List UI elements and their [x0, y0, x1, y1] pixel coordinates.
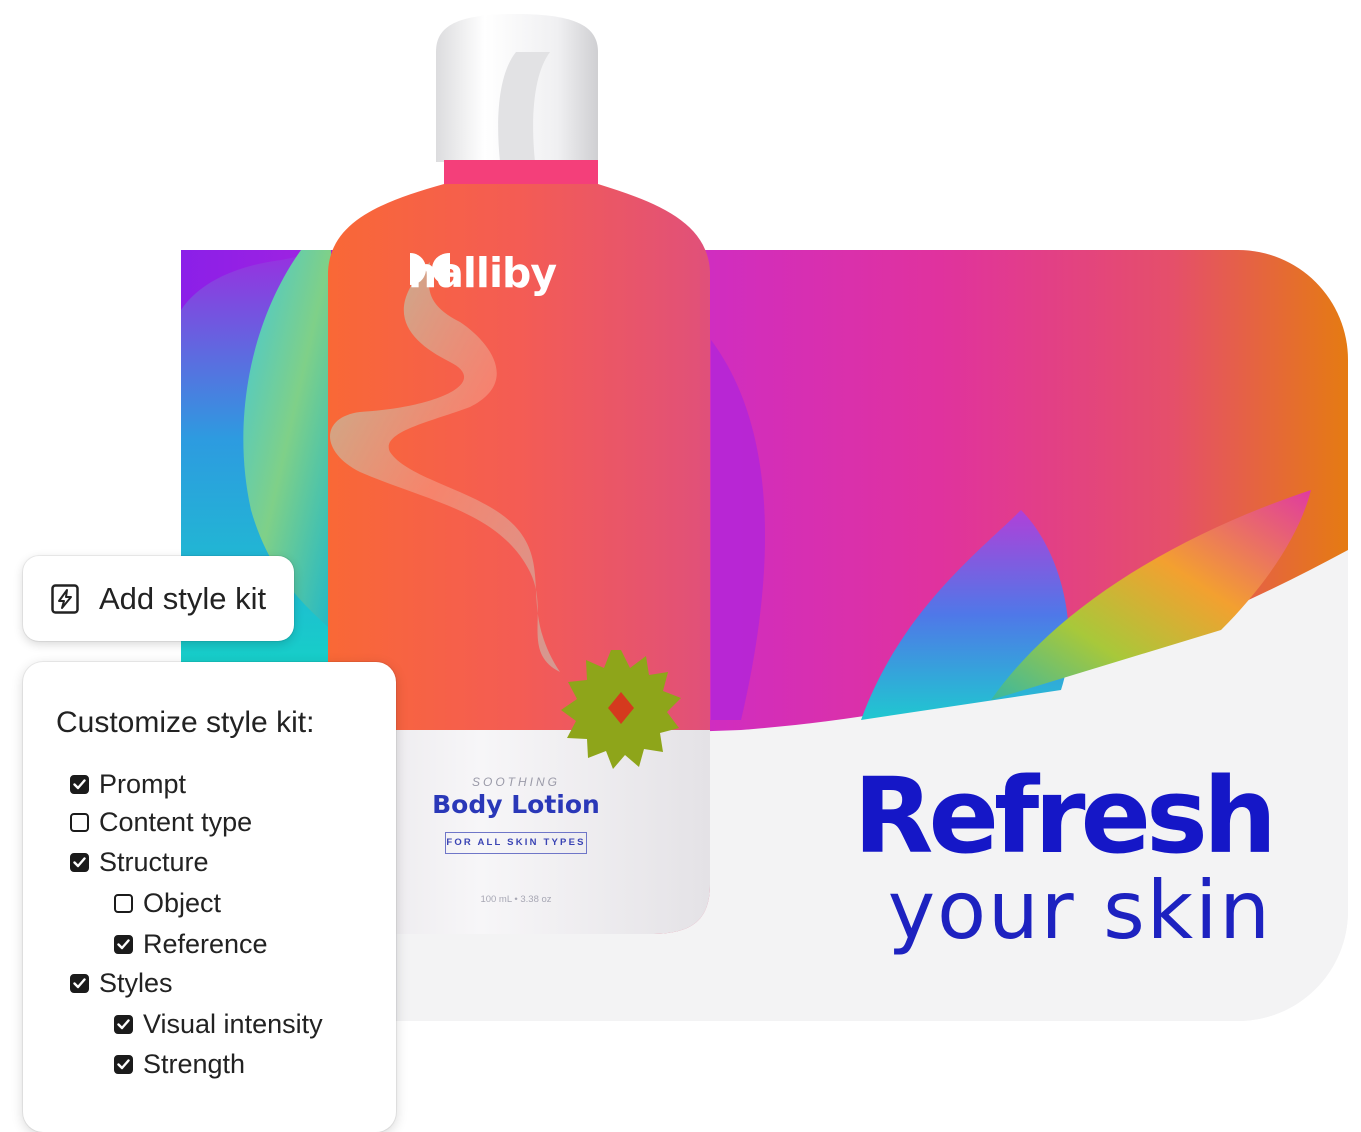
- checkbox-object[interactable]: [114, 894, 133, 913]
- add-style-kit-label: Add style kit: [99, 580, 267, 616]
- headline-refresh: Refresh: [853, 755, 1277, 877]
- headline: Refresh your skin: [853, 755, 1277, 957]
- checkbox-styles[interactable]: [70, 974, 89, 993]
- option-label: Strength: [143, 1049, 246, 1079]
- checkbox-content-type[interactable]: [70, 813, 89, 832]
- brand-logo: halliby: [408, 249, 557, 297]
- option-label: Prompt: [99, 769, 187, 799]
- option-visual-intensity[interactable]: Visual intensity: [114, 1009, 323, 1040]
- checkbox-prompt[interactable]: [70, 775, 89, 794]
- option-label: Structure: [99, 847, 209, 877]
- panel-title: Customize style kit:: [56, 706, 315, 739]
- checkbox-reference[interactable]: [114, 935, 133, 954]
- checkbox-structure[interactable]: [70, 853, 89, 872]
- option-reference[interactable]: Reference: [114, 929, 268, 960]
- option-strength[interactable]: Strength: [114, 1049, 245, 1080]
- add-style-kit-button[interactable]: Add style kit: [23, 556, 294, 641]
- option-content-type[interactable]: Content type: [70, 807, 252, 838]
- option-structure[interactable]: Structure: [70, 847, 209, 878]
- skin-types-label: FOR ALL SKIN TYPES: [445, 832, 587, 854]
- headline-your-skin: your skin: [887, 864, 1272, 957]
- option-label: Visual intensity: [143, 1009, 323, 1039]
- checkbox-visual-intensity[interactable]: [114, 1015, 133, 1034]
- option-label: Styles: [99, 968, 173, 998]
- lightning-icon: [51, 583, 79, 614]
- checkbox-strength[interactable]: [114, 1055, 133, 1074]
- customize-style-kit-panel: Customize style kit: Prompt Content type…: [23, 662, 396, 1132]
- option-label: Reference: [143, 929, 268, 959]
- option-prompt[interactable]: Prompt: [70, 769, 186, 800]
- halliby-logo-icon: [410, 253, 450, 285]
- option-label: Object: [143, 888, 222, 918]
- option-styles[interactable]: Styles: [70, 968, 173, 999]
- option-object[interactable]: Object: [114, 888, 221, 919]
- option-label: Content type: [99, 807, 253, 837]
